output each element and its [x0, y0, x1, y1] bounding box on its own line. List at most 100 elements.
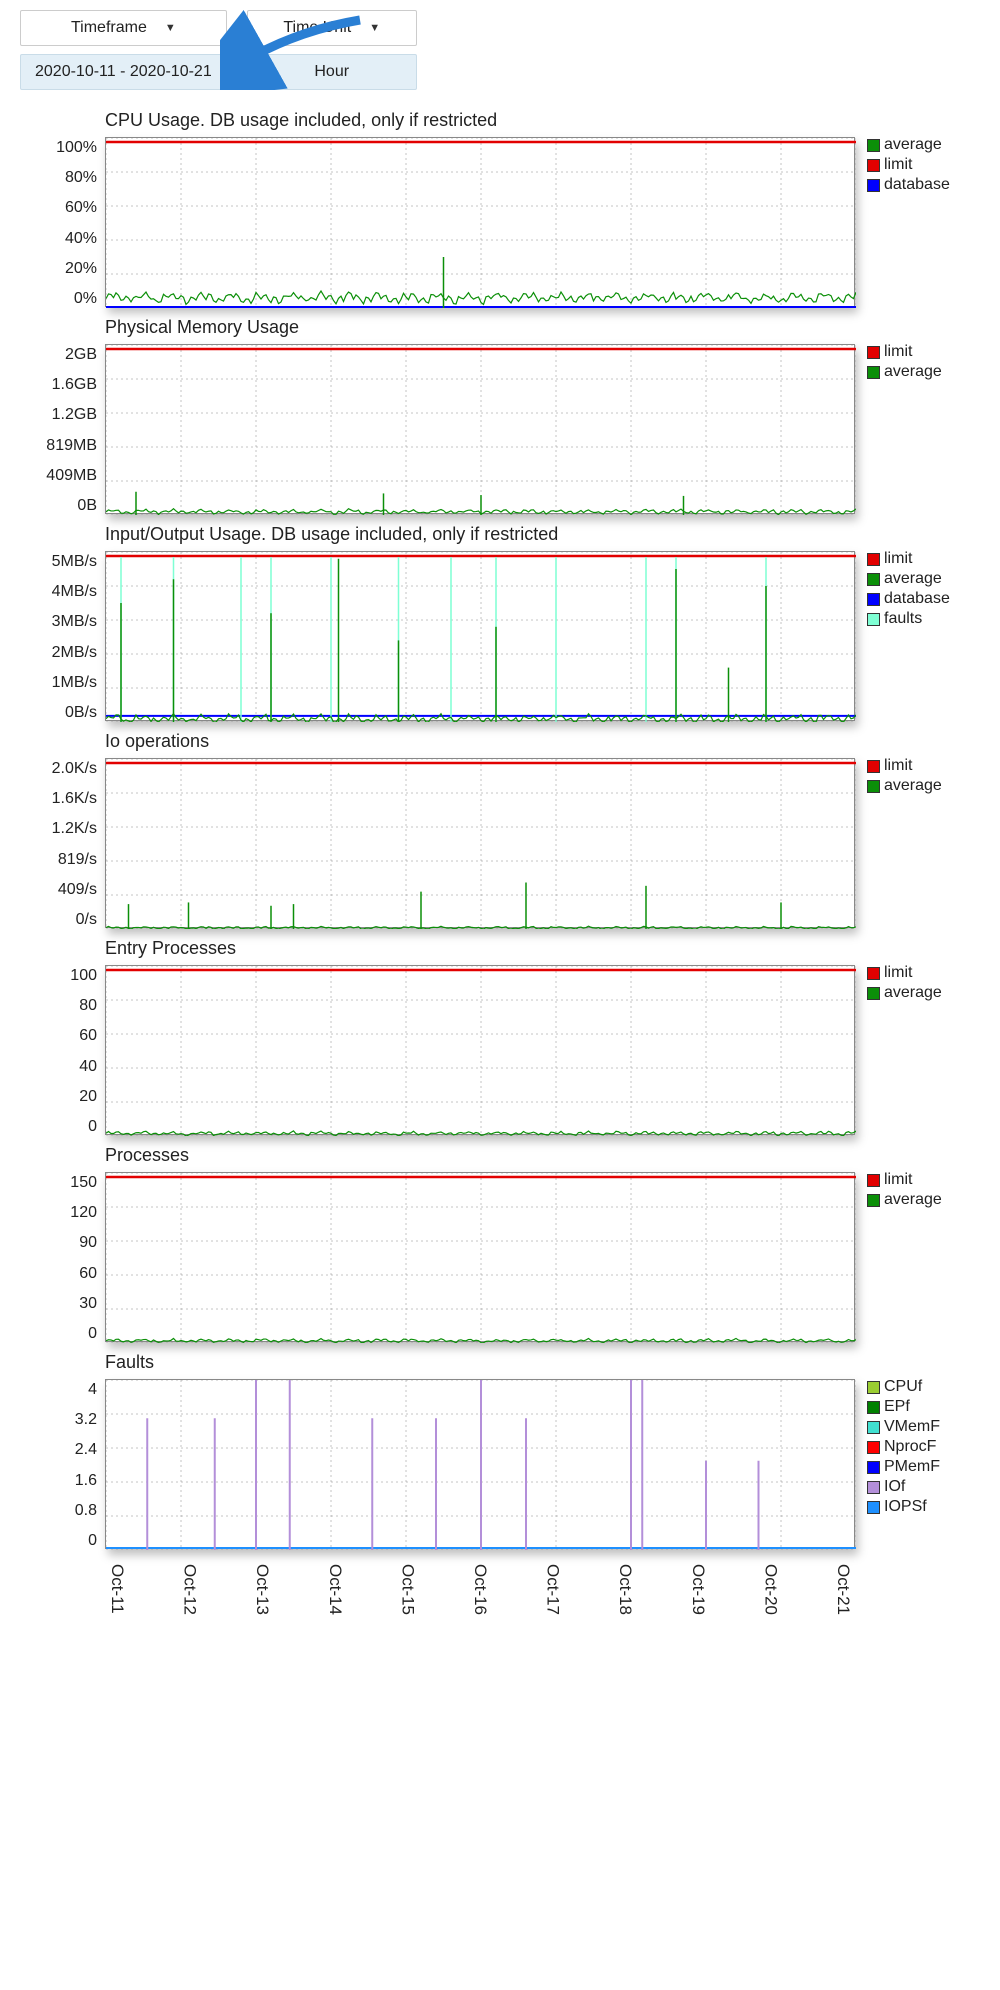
legend-swatch — [867, 987, 880, 1000]
shared-x-axis: Oct-11Oct-12Oct-13Oct-14Oct-15Oct-16Oct-… — [20, 1564, 980, 1615]
chart-proc: 1501209060300Processeslimitaverage — [20, 1145, 980, 1342]
chart-canvas — [105, 551, 855, 721]
legend-item: EPf — [867, 1397, 975, 1417]
legend-item: average — [867, 569, 975, 589]
xaxis-tick: Oct-12 — [180, 1564, 200, 1615]
legend-item: average — [867, 362, 975, 382]
yaxis-tick: 0B/s — [65, 705, 97, 721]
yaxis-tick: 60 — [79, 1266, 97, 1282]
legend-label: NprocF — [884, 1437, 936, 1457]
legend-item: database — [867, 589, 975, 609]
chart-title: Faults — [105, 1352, 855, 1373]
legend-item: limit — [867, 1170, 975, 1190]
legend-item: VMemF — [867, 1417, 975, 1437]
yaxis-tick: 20 — [79, 1089, 97, 1105]
legend-label: limit — [884, 1170, 912, 1190]
yaxis-tick: 60% — [65, 200, 97, 216]
chart-canvas — [105, 344, 855, 514]
legend-swatch — [867, 366, 880, 379]
legend-swatch — [867, 159, 880, 172]
timeframe-value[interactable]: 2020-10-11 - 2020-10-21 — [20, 54, 227, 90]
legend-swatch — [867, 1481, 880, 1494]
yaxis-tick: 100% — [56, 140, 97, 156]
yaxis-tick: 30 — [79, 1296, 97, 1312]
legend-label: average — [884, 135, 942, 155]
chart-title: Processes — [105, 1145, 855, 1166]
yaxis-tick: 5MB/s — [52, 554, 97, 570]
legend-swatch — [867, 1441, 880, 1454]
legend-swatch — [867, 1401, 880, 1414]
legend-item: limit — [867, 342, 975, 362]
xaxis-tick: Oct-19 — [688, 1564, 708, 1615]
legend-label: limit — [884, 963, 912, 983]
legend-swatch — [867, 760, 880, 773]
chart-canvas — [105, 758, 855, 928]
chart-pmem: 2GB1.6GB1.2GB819MB409MB0BPhysical Memory… — [20, 317, 980, 514]
xaxis-tick: Oct-13 — [252, 1564, 272, 1615]
yaxis-tick: 0% — [74, 291, 97, 307]
legend-label: limit — [884, 756, 912, 776]
legend-swatch — [867, 1194, 880, 1207]
yaxis: 5MB/s4MB/s3MB/s2MB/s1MB/s0B/s — [20, 524, 105, 721]
legend-swatch — [867, 967, 880, 980]
legend-label: average — [884, 776, 942, 796]
yaxis-tick: 1.2K/s — [52, 821, 97, 837]
chart-title: Physical Memory Usage — [105, 317, 855, 338]
yaxis: 100806040200 — [20, 938, 105, 1135]
yaxis-tick: 100 — [70, 968, 97, 984]
yaxis-tick: 60 — [79, 1028, 97, 1044]
yaxis-tick: 3MB/s — [52, 614, 97, 630]
legend-label: limit — [884, 549, 912, 569]
timeframe-dropdown[interactable]: Timeframe ▼ — [20, 10, 227, 46]
legend-swatch — [867, 179, 880, 192]
legend: CPUfEPfVMemFNprocFPMemFIOfIOPSf — [855, 1352, 975, 1549]
legend-swatch — [867, 346, 880, 359]
chart-canvas — [105, 1379, 855, 1549]
legend-item: CPUf — [867, 1377, 975, 1397]
yaxis-tick: 0 — [88, 1533, 97, 1549]
chart-iops: 2.0K/s1.6K/s1.2K/s819/s409/s0/sIo operat… — [20, 731, 980, 928]
yaxis-tick: 1.6GB — [52, 377, 97, 393]
xaxis-tick: Oct-20 — [760, 1564, 780, 1615]
legend-item: NprocF — [867, 1437, 975, 1457]
legend-label: PMemF — [884, 1457, 940, 1477]
legend-swatch — [867, 1461, 880, 1474]
yaxis-tick: 2.4 — [75, 1442, 97, 1458]
legend-label: average — [884, 362, 942, 382]
legend-item: IOf — [867, 1477, 975, 1497]
yaxis-tick: 80 — [79, 998, 97, 1014]
legend-item: average — [867, 776, 975, 796]
yaxis-tick: 90 — [79, 1235, 97, 1251]
yaxis-tick: 40% — [65, 231, 97, 247]
legend-swatch — [867, 780, 880, 793]
yaxis-tick: 4 — [88, 1382, 97, 1398]
yaxis-tick: 819MB — [46, 438, 97, 454]
yaxis-tick: 2.0K/s — [52, 761, 97, 777]
legend-swatch — [867, 1174, 880, 1187]
yaxis-tick: 0 — [88, 1119, 97, 1135]
timeunit-dropdown[interactable]: Time Unit ▼ — [247, 10, 417, 46]
legend: limitaverage — [855, 1145, 975, 1342]
chart-title: Entry Processes — [105, 938, 855, 959]
legend-item: limit — [867, 756, 975, 776]
yaxis: 100%80%60%40%20%0% — [20, 110, 105, 307]
legend-item: database — [867, 175, 975, 195]
legend-swatch — [867, 593, 880, 606]
xaxis-tick: Oct-15 — [397, 1564, 417, 1615]
xaxis-tick: Oct-11 — [107, 1564, 127, 1615]
timeunit-label: Time Unit — [283, 19, 351, 37]
yaxis-tick: 20% — [65, 261, 97, 277]
timeunit-value[interactable]: Hour — [247, 54, 417, 90]
yaxis-tick: 3.2 — [75, 1412, 97, 1428]
legend-label: database — [884, 589, 950, 609]
legend-item: average — [867, 983, 975, 1003]
yaxis-tick: 2GB — [65, 347, 97, 363]
chart-canvas — [105, 1172, 855, 1342]
yaxis-tick: 120 — [70, 1205, 97, 1221]
yaxis: 43.22.41.60.80 — [20, 1352, 105, 1549]
filter-controls: Timeframe ▼ 2020-10-11 - 2020-10-21 Time… — [20, 10, 980, 90]
yaxis-tick: 819/s — [58, 852, 97, 868]
xaxis-tick: Oct-21 — [833, 1564, 853, 1615]
legend-item: average — [867, 1190, 975, 1210]
chart-canvas — [105, 137, 855, 307]
